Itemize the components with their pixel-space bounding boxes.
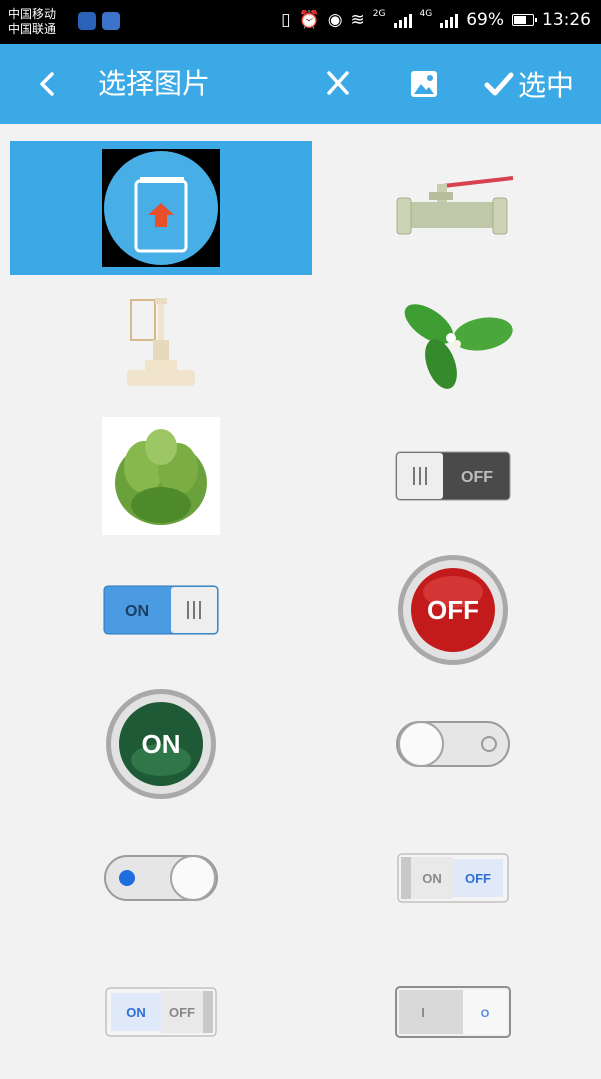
title-bar: 选择图片 选中 bbox=[0, 44, 601, 124]
rocker-on-off-1-image: ON OFF bbox=[397, 853, 509, 903]
rocker-on-off-2-image: ON OFF bbox=[105, 987, 217, 1037]
status-bar: 中国移动 中国联通 ▯ ⏰ ◉ ≋ 2G 4G 69% 13:26 bbox=[0, 0, 601, 44]
page-title: 选择图片 bbox=[98, 67, 211, 100]
checkmark-icon bbox=[484, 72, 514, 96]
image-rocker-on-off-2[interactable]: ON OFF bbox=[10, 945, 312, 1079]
upload-image bbox=[102, 149, 220, 267]
rocker-2-off-label: OFF bbox=[169, 1005, 195, 1020]
rocker-1-on-label: ON bbox=[422, 871, 442, 886]
battery-percent: 69% bbox=[466, 10, 504, 30]
battery-icon bbox=[512, 14, 537, 26]
image-toggle-blue-dot[interactable] bbox=[10, 811, 312, 945]
image-rocker-on-off-1[interactable]: ON OFF bbox=[302, 811, 601, 945]
close-icon bbox=[327, 71, 349, 95]
switch-on-blue-image: ON bbox=[103, 585, 219, 635]
red-off-button-image: OFF bbox=[398, 555, 508, 665]
signal-1-icon bbox=[393, 12, 412, 28]
ball-valve-image bbox=[396, 176, 514, 235]
image-grid: OFF ON OFF ON ON OFF ON OFF I O bbox=[0, 124, 601, 1072]
eye-comfort-icon: ◉ bbox=[327, 10, 343, 30]
toggle-grey-image bbox=[396, 721, 510, 767]
image-rocker-i-o[interactable]: I O bbox=[302, 945, 601, 1079]
image-leaves[interactable] bbox=[302, 275, 601, 409]
red-button-label: OFF bbox=[427, 595, 479, 625]
network-1-label: 2G bbox=[372, 9, 386, 19]
carrier-1: 中国移动 bbox=[8, 7, 57, 21]
image-upload[interactable] bbox=[10, 141, 312, 275]
back-button[interactable] bbox=[30, 66, 66, 102]
gate-valve-image bbox=[127, 298, 195, 386]
rocker-i-o-image: I O bbox=[395, 986, 511, 1038]
gallery-button[interactable] bbox=[404, 64, 444, 104]
image-green-on-button[interactable]: ON bbox=[10, 677, 312, 811]
image-gate-valve[interactable] bbox=[10, 275, 312, 409]
status-indicators: ▯ ⏰ ◉ ≋ 2G 4G 69% 13:26 bbox=[281, 9, 591, 30]
close-button[interactable] bbox=[318, 66, 358, 102]
shield-app-icon bbox=[78, 12, 96, 30]
lettuce-image bbox=[102, 417, 220, 535]
alarm-icon: ⏰ bbox=[298, 10, 320, 30]
switch-off-label: OFF bbox=[461, 469, 493, 486]
green-button-label: ON bbox=[142, 729, 181, 759]
select-label: 选中 bbox=[518, 69, 575, 102]
wifi-icon: ≋ bbox=[350, 10, 365, 30]
clock: 13:26 bbox=[542, 10, 591, 30]
chevron-left-icon bbox=[40, 72, 54, 96]
network-2-label: 4G bbox=[419, 9, 433, 19]
rocker-i-label: I bbox=[421, 1005, 425, 1020]
green-on-button-image: ON bbox=[106, 689, 216, 799]
toggle-blue-dot-image bbox=[104, 855, 218, 901]
image-red-off-button[interactable]: OFF bbox=[302, 543, 601, 677]
switch-on-label: ON bbox=[125, 603, 149, 620]
image-icon bbox=[411, 71, 437, 97]
app-notification-icon bbox=[102, 12, 120, 30]
leaves-image bbox=[404, 304, 513, 389]
switch-off-dark-image: OFF bbox=[395, 451, 511, 501]
signal-2-icon bbox=[440, 12, 459, 28]
image-toggle-grey[interactable] bbox=[302, 677, 601, 811]
image-ball-valve[interactable] bbox=[302, 141, 601, 275]
select-button[interactable]: 选中 bbox=[484, 66, 574, 102]
rocker-2-on-label: ON bbox=[126, 1005, 146, 1020]
rocker-o-label: O bbox=[481, 1008, 490, 1020]
rocker-1-off-label: OFF bbox=[465, 871, 491, 886]
image-lettuce[interactable] bbox=[10, 409, 312, 543]
vibrate-icon: ▯ bbox=[281, 10, 291, 30]
carrier-2: 中国联通 bbox=[8, 22, 57, 36]
image-switch-on-blue[interactable]: ON bbox=[10, 543, 312, 677]
image-switch-off-dark[interactable]: OFF bbox=[302, 409, 601, 543]
